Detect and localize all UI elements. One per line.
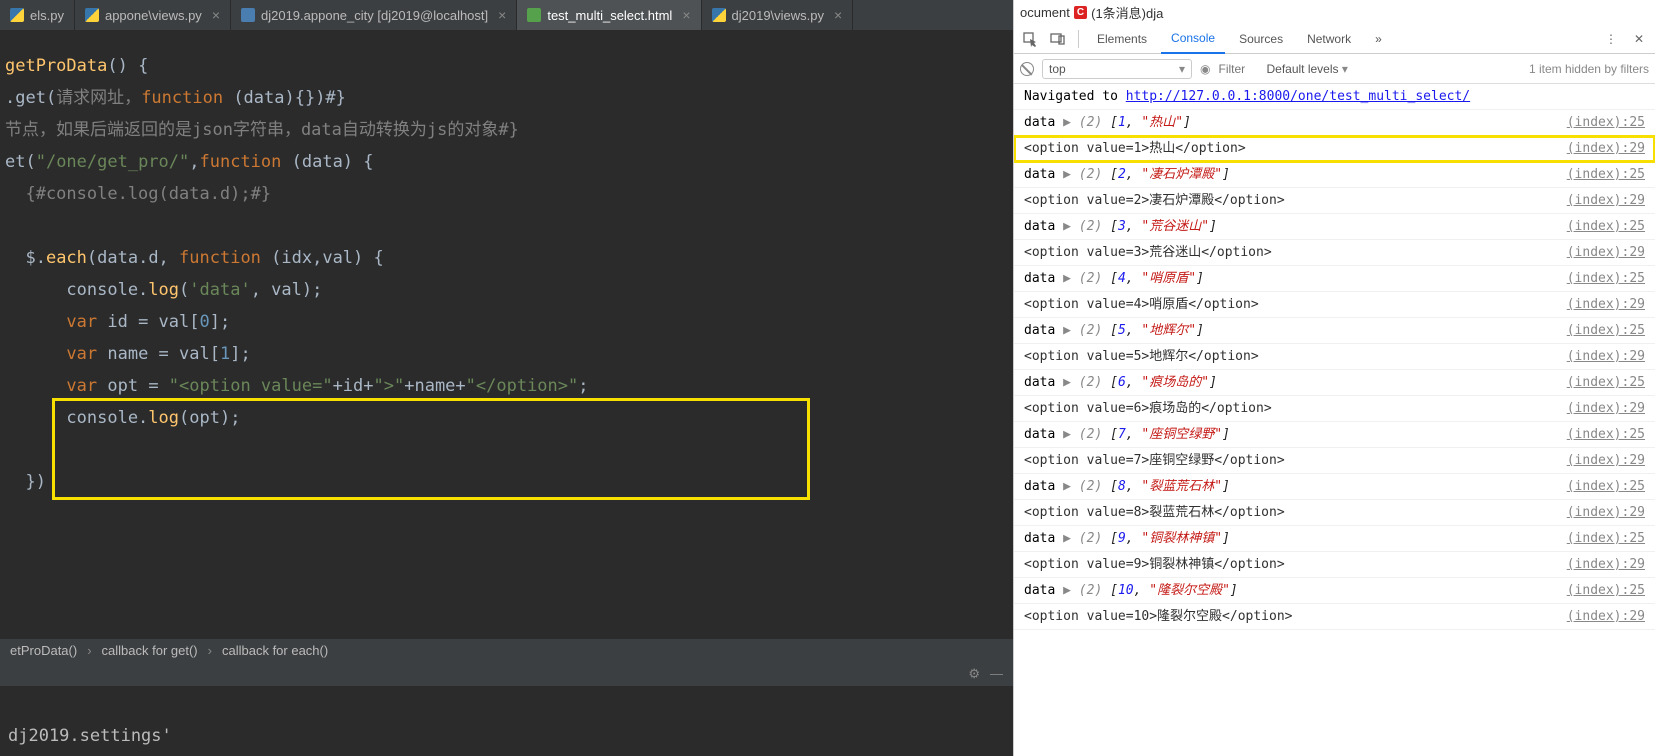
console-row: <option value=8>裂蓝荒石林</option>(index):29 — [1014, 500, 1655, 526]
console-row: data ▶ (2) [6, "痕场岛的"](index):25 — [1014, 370, 1655, 396]
editor-tab[interactable]: dj2019.appone_city [dj2019@localhost] × — [231, 0, 517, 30]
filter-input[interactable] — [1218, 62, 1258, 76]
code-editor[interactable]: getProData() { .get(请求网址，function (data)… — [0, 30, 1013, 639]
clear-console-icon[interactable] — [1020, 62, 1034, 76]
console-row: <option value=10>隆裂尔空殿</option>(index):2… — [1014, 604, 1655, 630]
minimize-icon[interactable]: — — [990, 666, 1003, 682]
tab-network[interactable]: Network — [1297, 24, 1361, 54]
close-icon[interactable]: × — [834, 7, 842, 23]
console-row: data ▶ (2) [7, "座铜空绿野"](index):25 — [1014, 422, 1655, 448]
py-icon — [10, 8, 24, 22]
source-link[interactable]: (index):25 — [1557, 214, 1645, 239]
tab-elements[interactable]: Elements — [1087, 24, 1157, 54]
ide-pane: els.pyappone\views.py×dj2019.appone_city… — [0, 0, 1013, 756]
source-link[interactable]: (index):29 — [1557, 292, 1645, 317]
tab-more[interactable]: » — [1365, 24, 1392, 54]
html-icon — [527, 8, 541, 22]
close-icon[interactable]: × — [498, 7, 506, 23]
console-row: data ▶ (2) [2, "凄石炉潭殿"](index):25 — [1014, 162, 1655, 188]
console-row: <option value=1>热山</option>(index):29 — [1014, 136, 1655, 162]
terminal-output: dj2019.settings' — [0, 716, 1013, 756]
tab-label: dj2019\views.py — [732, 8, 825, 23]
tab-sources[interactable]: Sources — [1229, 24, 1293, 54]
source-link[interactable]: (index):29 — [1557, 448, 1645, 473]
editor-tabs: els.pyappone\views.py×dj2019.appone_city… — [0, 0, 1013, 30]
close-icon[interactable]: ✕ — [1627, 27, 1651, 51]
breadcrumb: etProData() callback for get() callback … — [0, 639, 1013, 662]
devtools-pane: ocument C (1条消息)dja Elements Console Sou… — [1013, 0, 1655, 756]
console-row: <option value=9>铜裂林神镇</option>(index):29 — [1014, 552, 1655, 578]
hidden-count: 1 item hidden by filters — [1529, 62, 1649, 76]
source-link[interactable]: (index):25 — [1557, 110, 1645, 135]
source-link[interactable]: (index):29 — [1557, 344, 1645, 369]
py-icon — [85, 8, 99, 22]
tab-label: test_multi_select.html — [547, 8, 672, 23]
gear-icon[interactable]: ⚙ — [968, 666, 980, 682]
editor-tab[interactable]: els.py — [0, 0, 75, 30]
kebab-icon[interactable]: ⋮ — [1599, 27, 1623, 51]
console-row: <option value=7>座铜空绿野</option>(index):29 — [1014, 448, 1655, 474]
console-row: Navigated to http://127.0.0.1:8000/one/t… — [1014, 84, 1655, 110]
source-link[interactable]: (index):29 — [1557, 500, 1645, 525]
py-icon — [712, 8, 726, 22]
crumb[interactable]: etProData() — [10, 643, 77, 658]
editor-tab[interactable]: dj2019\views.py × — [702, 0, 854, 30]
tab-label: els.py — [30, 8, 64, 23]
source-link[interactable]: (index):29 — [1557, 396, 1645, 421]
source-link[interactable]: (index):29 — [1557, 240, 1645, 265]
source-link[interactable]: (index):29 — [1557, 604, 1645, 629]
source-link[interactable]: (index):25 — [1557, 474, 1645, 499]
console-row: <option value=3>荒谷迷山</option>(index):29 — [1014, 240, 1655, 266]
crumb[interactable]: callback for get() — [102, 643, 198, 658]
console-row: data ▶ (2) [8, "裂蓝荒石林"](index):25 — [1014, 474, 1655, 500]
source-link[interactable]: (index):25 — [1557, 318, 1645, 343]
console-row: data ▶ (2) [4, "哨原盾"](index):25 — [1014, 266, 1655, 292]
console-row: <option value=6>痕场岛的</option>(index):29 — [1014, 396, 1655, 422]
console-output[interactable]: Navigated to http://127.0.0.1:8000/one/t… — [1014, 84, 1655, 756]
console-row: <option value=2>凄石炉潭殿</option>(index):29 — [1014, 188, 1655, 214]
log-levels[interactable]: Default levels — [1266, 62, 1347, 76]
console-row: data ▶ (2) [10, "隆裂尔空殿"](index):25 — [1014, 578, 1655, 604]
db-icon — [241, 8, 255, 22]
source-link[interactable]: (index):29 — [1557, 136, 1645, 161]
tab-console[interactable]: Console — [1161, 24, 1225, 54]
editor-tab[interactable]: test_multi_select.html × — [517, 0, 701, 30]
console-row: <option value=4>哨原盾</option>(index):29 — [1014, 292, 1655, 318]
source-link[interactable]: (index):25 — [1557, 422, 1645, 447]
console-row: data ▶ (2) [1, "热山"](index):25 — [1014, 110, 1655, 136]
console-row: <option value=5>地辉尔</option>(index):29 — [1014, 344, 1655, 370]
console-row: data ▶ (2) [9, "铜裂林神镇"](index):25 — [1014, 526, 1655, 552]
console-row: data ▶ (2) [3, "荒谷迷山"](index):25 — [1014, 214, 1655, 240]
source-link[interactable]: (index):29 — [1557, 552, 1645, 577]
close-icon[interactable]: × — [212, 7, 220, 23]
source-link[interactable]: (index):25 — [1557, 266, 1645, 291]
crumb[interactable]: callback for each() — [222, 643, 328, 658]
console-row: data ▶ (2) [5, "地辉尔"](index):25 — [1014, 318, 1655, 344]
source-link[interactable]: (index):25 — [1557, 162, 1645, 187]
fn-name: getProData — [5, 56, 107, 76]
tab-label: dj2019.appone_city [dj2019@localhost] — [261, 8, 488, 23]
tab-label: appone\views.py — [105, 8, 202, 23]
source-link[interactable]: (index):25 — [1557, 578, 1645, 603]
close-icon[interactable]: × — [682, 7, 690, 23]
device-icon[interactable] — [1046, 27, 1070, 51]
browser-titlebar: ocument C (1条消息)dja — [1014, 0, 1655, 24]
csdn-icon: C — [1074, 6, 1087, 19]
context-select[interactable]: top — [1042, 59, 1192, 79]
nav-url[interactable]: http://127.0.0.1:8000/one/test_multi_sel… — [1126, 89, 1470, 104]
editor-tab[interactable]: appone\views.py × — [75, 0, 231, 30]
inspect-icon[interactable] — [1018, 27, 1042, 51]
console-filter-bar: top ◉ Default levels 1 item hidden by fi… — [1014, 54, 1655, 84]
source-link[interactable]: (index):25 — [1557, 526, 1645, 551]
source-link[interactable]: (index):29 — [1557, 188, 1645, 213]
source-link[interactable]: (index):25 — [1557, 370, 1645, 395]
devtools-tabs: Elements Console Sources Network » ⋮ ✕ — [1014, 24, 1655, 54]
status-gear-bar: ⚙ — — [0, 662, 1013, 686]
